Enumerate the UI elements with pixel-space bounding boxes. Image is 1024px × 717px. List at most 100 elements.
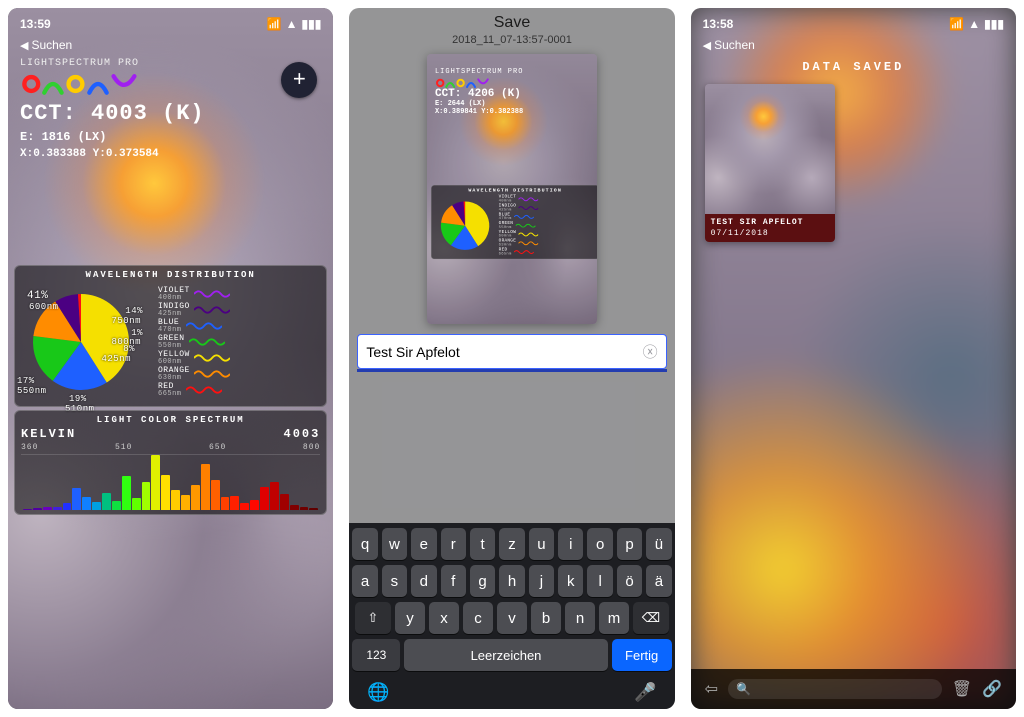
spectrum-bar xyxy=(151,455,160,510)
spectrum-bar xyxy=(63,503,72,510)
pie-pct-17: 17% xyxy=(17,376,35,386)
spectrum-bar xyxy=(230,496,239,510)
key-y[interactable]: y xyxy=(395,602,425,634)
battery-icon: ▮▮▮ xyxy=(302,17,322,31)
legend-row: GREEN550nm xyxy=(499,221,538,229)
key-h[interactable]: h xyxy=(499,565,524,597)
back-nav[interactable]: ◀ Suchen xyxy=(691,36,1016,54)
thumb-lux: E: 2644 (LX) xyxy=(435,100,523,108)
back-label: Suchen xyxy=(31,38,72,52)
cellular-icon: 📶 xyxy=(267,17,282,31)
key-e[interactable]: e xyxy=(411,528,436,560)
key-o[interactable]: o xyxy=(587,528,612,560)
back-nav[interactable]: ◀ Suchen xyxy=(8,36,333,54)
clear-input-icon[interactable]: ⓧ xyxy=(643,341,658,362)
spectrum-bar xyxy=(300,507,309,510)
save-name-input[interactable]: Test Sir Apfelot ⓧ xyxy=(357,334,666,369)
spectrum-bar xyxy=(102,493,111,510)
key-ä[interactable]: ä xyxy=(646,565,671,597)
wavelength-pie-chart: 41% 600nm 14% 750nm 1% 800nm 8% 425nm 19… xyxy=(21,282,141,402)
keyboard[interactable]: qwertzuiopü asdfghjklöä ⇧yxcvbnm⌫ 123 Le… xyxy=(349,523,674,709)
key-t[interactable]: t xyxy=(470,528,495,560)
legend-row: RED665nm xyxy=(499,248,538,256)
key-w[interactable]: w xyxy=(382,528,407,560)
legend-row: ORANGE630nm xyxy=(158,367,230,382)
pie-pct-41: 41% xyxy=(27,290,48,302)
pie-nm-550: 550nm xyxy=(17,386,47,396)
spectrum-bar xyxy=(43,507,52,510)
saved-measurement-card[interactable]: TEST SIR APFELOT 07/11/2018 xyxy=(705,84,835,242)
legend-row: BLUE470nm xyxy=(499,213,538,221)
key-f[interactable]: f xyxy=(441,565,466,597)
key-b[interactable]: b xyxy=(531,602,561,634)
key-v[interactable]: v xyxy=(497,602,527,634)
key-l[interactable]: l xyxy=(587,565,612,597)
pie-nm-425: 425nm xyxy=(101,354,131,364)
card-thumb xyxy=(705,84,835,214)
bottom-toolbar: ⇦ 🔍 🗑 🔗 xyxy=(691,669,1016,709)
thumb-brand: LIGHTSPECTRUM PRO xyxy=(435,68,523,76)
phone-screen-save: Save 2018_11_07-13:57-0001 LIGHTSPECTRUM… xyxy=(349,8,674,709)
key-done[interactable]: Fertig xyxy=(612,639,672,671)
legend-row: RED665nm xyxy=(158,383,230,398)
spectrum-title: LIGHT COLOR SPECTRUM xyxy=(21,415,320,425)
key-a[interactable]: a xyxy=(352,565,377,597)
key-n[interactable]: n xyxy=(565,602,595,634)
legend-row: INDIGO425nm xyxy=(499,204,538,212)
link-icon[interactable]: 🔗 xyxy=(982,679,1002,699)
spectrum-bar xyxy=(122,476,131,510)
mic-icon[interactable]: 🎤 xyxy=(634,682,656,703)
key-u[interactable]: u xyxy=(529,528,554,560)
key-j[interactable]: j xyxy=(529,565,554,597)
cellular-icon: 📶 xyxy=(949,17,964,31)
legend-row: VIOLET400nm xyxy=(158,287,230,302)
key-backspace[interactable]: ⌫ xyxy=(633,602,669,634)
key-space[interactable]: Leerzeichen xyxy=(404,639,607,671)
key-q[interactable]: q xyxy=(352,528,377,560)
spectrum-bar xyxy=(53,507,62,510)
spectrum-bar xyxy=(211,480,220,510)
wifi-icon: ▲ xyxy=(286,17,298,31)
wifi-icon: ▲ xyxy=(968,17,980,31)
key-g[interactable]: g xyxy=(470,565,495,597)
key-m[interactable]: m xyxy=(599,602,629,634)
key-z[interactable]: z xyxy=(499,528,524,560)
spectrum-bars xyxy=(21,454,320,510)
key-s[interactable]: s xyxy=(382,565,407,597)
key-p[interactable]: p xyxy=(617,528,642,560)
kelvin-value: 4003 xyxy=(284,427,321,441)
legend-row: VIOLET400nm xyxy=(499,195,538,203)
pie-pct-19: 19% xyxy=(69,394,87,404)
status-bar: 13:59 📶 ▲ ▮▮▮ xyxy=(8,8,333,36)
key-x[interactable]: x xyxy=(429,602,459,634)
key-c[interactable]: c xyxy=(463,602,493,634)
spectrum-bar xyxy=(92,502,101,510)
globe-icon[interactable]: 🌐 xyxy=(367,682,389,703)
key-d[interactable]: d xyxy=(411,565,436,597)
key-k[interactable]: k xyxy=(558,565,583,597)
wavelength-title: WAVELENGTH DISTRIBUTION xyxy=(21,270,320,280)
search-icon: 🔍 xyxy=(736,682,751,696)
save-name-value: Test Sir Apfelot xyxy=(366,344,642,360)
kelvin-label: KELVIN xyxy=(21,427,76,441)
spectrum-bar xyxy=(309,508,318,510)
key-shift[interactable]: ⇧ xyxy=(355,602,391,634)
spectrum-bar xyxy=(240,503,249,510)
key-r[interactable]: r xyxy=(441,528,466,560)
back-arrow-icon[interactable]: ⇦ xyxy=(705,679,718,699)
card-name: TEST SIR APFELOT xyxy=(711,218,829,227)
key-ö[interactable]: ö xyxy=(617,565,642,597)
legend-row: ORANGE630nm xyxy=(499,239,538,247)
pie-pct-8: 8% xyxy=(123,344,135,354)
cct-readout: CCT: 4003 (K) xyxy=(20,101,321,126)
key-ü[interactable]: ü xyxy=(646,528,671,560)
trash-icon[interactable]: 🗑 xyxy=(952,679,972,699)
thumb-wave-title: WAVELENGTH DISTRIBUTION xyxy=(435,188,596,194)
spectrum-bar xyxy=(191,485,200,510)
wavelength-legend: VIOLET400nm INDIGO425nm BLUE470nm GREEN5… xyxy=(158,286,230,399)
key-123[interactable]: 123 xyxy=(352,639,400,671)
key-i[interactable]: i xyxy=(558,528,583,560)
search-input[interactable]: 🔍 xyxy=(728,679,942,699)
battery-icon: ▮▮▮ xyxy=(984,17,1004,31)
spectrum-bar xyxy=(23,509,32,510)
